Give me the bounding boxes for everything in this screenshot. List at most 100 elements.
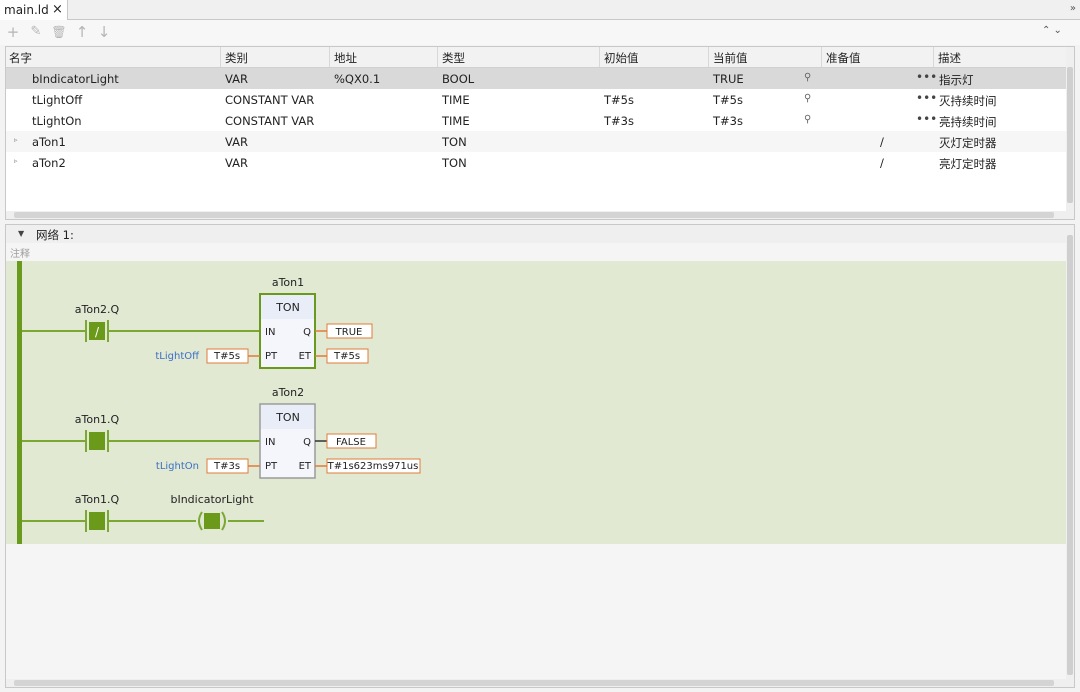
- var-kind[interactable]: VAR: [225, 135, 248, 149]
- column-header-current[interactable]: 当前值: [713, 50, 748, 66]
- add-icon[interactable]: +: [5, 23, 21, 41]
- scrollbar-thumb[interactable]: [14, 212, 1054, 218]
- network-header[interactable]: ▼ 网络 1:: [6, 225, 1068, 243]
- var-kind[interactable]: VAR: [225, 156, 248, 170]
- table-row[interactable]: bIndicatorLight VAR %QX0.1 BOOL TRUE ⚲ •…: [6, 68, 1068, 89]
- column-header-kind[interactable]: 类别: [225, 50, 248, 66]
- var-type[interactable]: TON: [442, 156, 467, 170]
- var-current: T#3s: [713, 114, 743, 128]
- scrollbar-thumb[interactable]: [1067, 235, 1073, 675]
- coil-label[interactable]: bIndicatorLight: [170, 493, 254, 506]
- move-down-icon[interactable]: ↓: [96, 23, 112, 41]
- pt-variable[interactable]: tLightOff: [155, 351, 200, 362]
- column-header-type[interactable]: 类型: [442, 50, 465, 66]
- var-prepared[interactable]: /: [880, 156, 884, 170]
- var-address[interactable]: %QX0.1: [334, 72, 380, 86]
- delete-icon[interactable]: 🗑: [51, 23, 67, 41]
- edit-icon[interactable]: ✎: [28, 23, 44, 41]
- column-divider[interactable]: [821, 47, 822, 67]
- column-header-description[interactable]: 描述: [938, 50, 961, 66]
- var-name[interactable]: bIndicatorLight: [32, 72, 119, 86]
- editor-tab-bar: main.ld × »: [0, 0, 1080, 20]
- pt-value: T#3s: [213, 461, 240, 472]
- var-description[interactable]: 灭灯定时器: [939, 135, 997, 151]
- column-header-name[interactable]: 名字: [9, 50, 32, 66]
- column-header-prepared[interactable]: 准备值: [826, 50, 861, 66]
- contact-label[interactable]: aTon1.Q: [75, 493, 120, 506]
- var-name[interactable]: tLightOff: [32, 93, 82, 107]
- var-prepared[interactable]: /: [880, 135, 884, 149]
- network-body: / aTon2.Q aTon1 TON IN PT Q ET tLightOff…: [6, 261, 1068, 544]
- tab-label: main.ld: [4, 3, 49, 17]
- network-comment[interactable]: 注释: [10, 245, 30, 260]
- close-icon[interactable]: ×: [52, 2, 63, 17]
- var-type[interactable]: TON: [442, 135, 467, 149]
- tab-main-ld[interactable]: main.ld ×: [0, 0, 68, 20]
- scrollbar-thumb[interactable]: [1067, 67, 1073, 203]
- var-initial[interactable]: T#5s: [604, 93, 634, 107]
- monitor-icon[interactable]: ⚲: [804, 114, 811, 125]
- no-contact[interactable]: [89, 512, 105, 530]
- column-divider[interactable]: [437, 47, 438, 67]
- expand-icon[interactable]: ▹: [14, 136, 18, 144]
- monitor-icon[interactable]: ⚲: [804, 93, 811, 104]
- more-icon[interactable]: •••: [916, 112, 937, 126]
- column-header-initial[interactable]: 初始值: [604, 50, 639, 66]
- var-name[interactable]: aTon2: [32, 156, 66, 170]
- editor-horizontal-scrollbar[interactable]: [6, 679, 1068, 687]
- monitor-icon[interactable]: ⚲: [804, 72, 811, 83]
- var-current: T#5s: [713, 93, 743, 107]
- column-divider[interactable]: [329, 47, 330, 67]
- var-description[interactable]: 亮持续时间: [939, 114, 997, 130]
- more-icon[interactable]: •••: [916, 70, 937, 84]
- contact-label[interactable]: aTon1.Q: [75, 413, 120, 426]
- collapse-expand-icons[interactable]: ⌃ ⌄: [1042, 25, 1062, 36]
- column-divider[interactable]: [933, 47, 934, 67]
- table-row[interactable]: tLightOff CONSTANT VAR TIME T#5s T#5s ⚲ …: [6, 89, 1068, 110]
- pt-value: T#5s: [213, 351, 240, 362]
- block-type: TON: [275, 411, 300, 424]
- table-horizontal-scrollbar[interactable]: [6, 211, 1068, 219]
- expand-icon[interactable]: ▹: [14, 157, 18, 165]
- table-header: 名字 类别 地址 类型 初始值 当前值 准备值 描述: [6, 47, 1070, 68]
- block-instance-name[interactable]: aTon2: [272, 386, 304, 399]
- output-coil[interactable]: [204, 513, 220, 529]
- scrollbar-thumb[interactable]: [14, 680, 1054, 686]
- no-contact[interactable]: [89, 432, 105, 450]
- pin-label: ET: [299, 351, 312, 362]
- var-initial[interactable]: T#3s: [604, 114, 634, 128]
- collapse-icon[interactable]: »: [1070, 3, 1076, 14]
- contact-label[interactable]: aTon2.Q: [75, 303, 120, 316]
- coil-right-arc: [221, 511, 226, 531]
- pt-variable[interactable]: tLightOn: [156, 461, 199, 472]
- column-divider[interactable]: [708, 47, 709, 67]
- q-value: FALSE: [336, 437, 366, 448]
- var-kind[interactable]: CONSTANT VAR: [225, 114, 314, 128]
- var-type[interactable]: BOOL: [442, 72, 474, 86]
- column-divider[interactable]: [220, 47, 221, 67]
- var-current: TRUE: [713, 72, 744, 86]
- collapse-network-icon[interactable]: ▼: [18, 229, 24, 238]
- table-row[interactable]: ▹ aTon1 VAR TON / 灭灯定时器: [6, 131, 1068, 152]
- pin-label: IN: [265, 437, 275, 448]
- var-type[interactable]: TIME: [442, 93, 470, 107]
- column-header-address[interactable]: 地址: [334, 50, 357, 66]
- editor-vertical-scrollbar[interactable]: [1066, 225, 1074, 687]
- table-vertical-scrollbar[interactable]: [1066, 47, 1074, 219]
- var-kind[interactable]: CONSTANT VAR: [225, 93, 314, 107]
- network-title: 网络 1:: [36, 228, 74, 242]
- table-row[interactable]: tLightOn CONSTANT VAR TIME T#3s T#3s ⚲ •…: [6, 110, 1068, 131]
- table-row[interactable]: ▹ aTon2 VAR TON / 亮灯定时器: [6, 152, 1068, 173]
- more-icon[interactable]: •••: [916, 91, 937, 105]
- column-divider[interactable]: [599, 47, 600, 67]
- var-type[interactable]: TIME: [442, 114, 470, 128]
- block-instance-name[interactable]: aTon1: [272, 276, 304, 289]
- var-description[interactable]: 指示灯: [939, 72, 974, 88]
- var-name[interactable]: aTon1: [32, 135, 66, 149]
- var-name[interactable]: tLightOn: [32, 114, 82, 128]
- ladder-editor: ▼ 网络 1: 注释 / aTon2.Q aTon1 TON IN PT Q E…: [5, 224, 1075, 688]
- var-description[interactable]: 亮灯定时器: [939, 156, 997, 172]
- var-kind[interactable]: VAR: [225, 72, 248, 86]
- move-up-icon[interactable]: ↑: [74, 23, 90, 41]
- var-description[interactable]: 灭持续时间: [939, 93, 997, 109]
